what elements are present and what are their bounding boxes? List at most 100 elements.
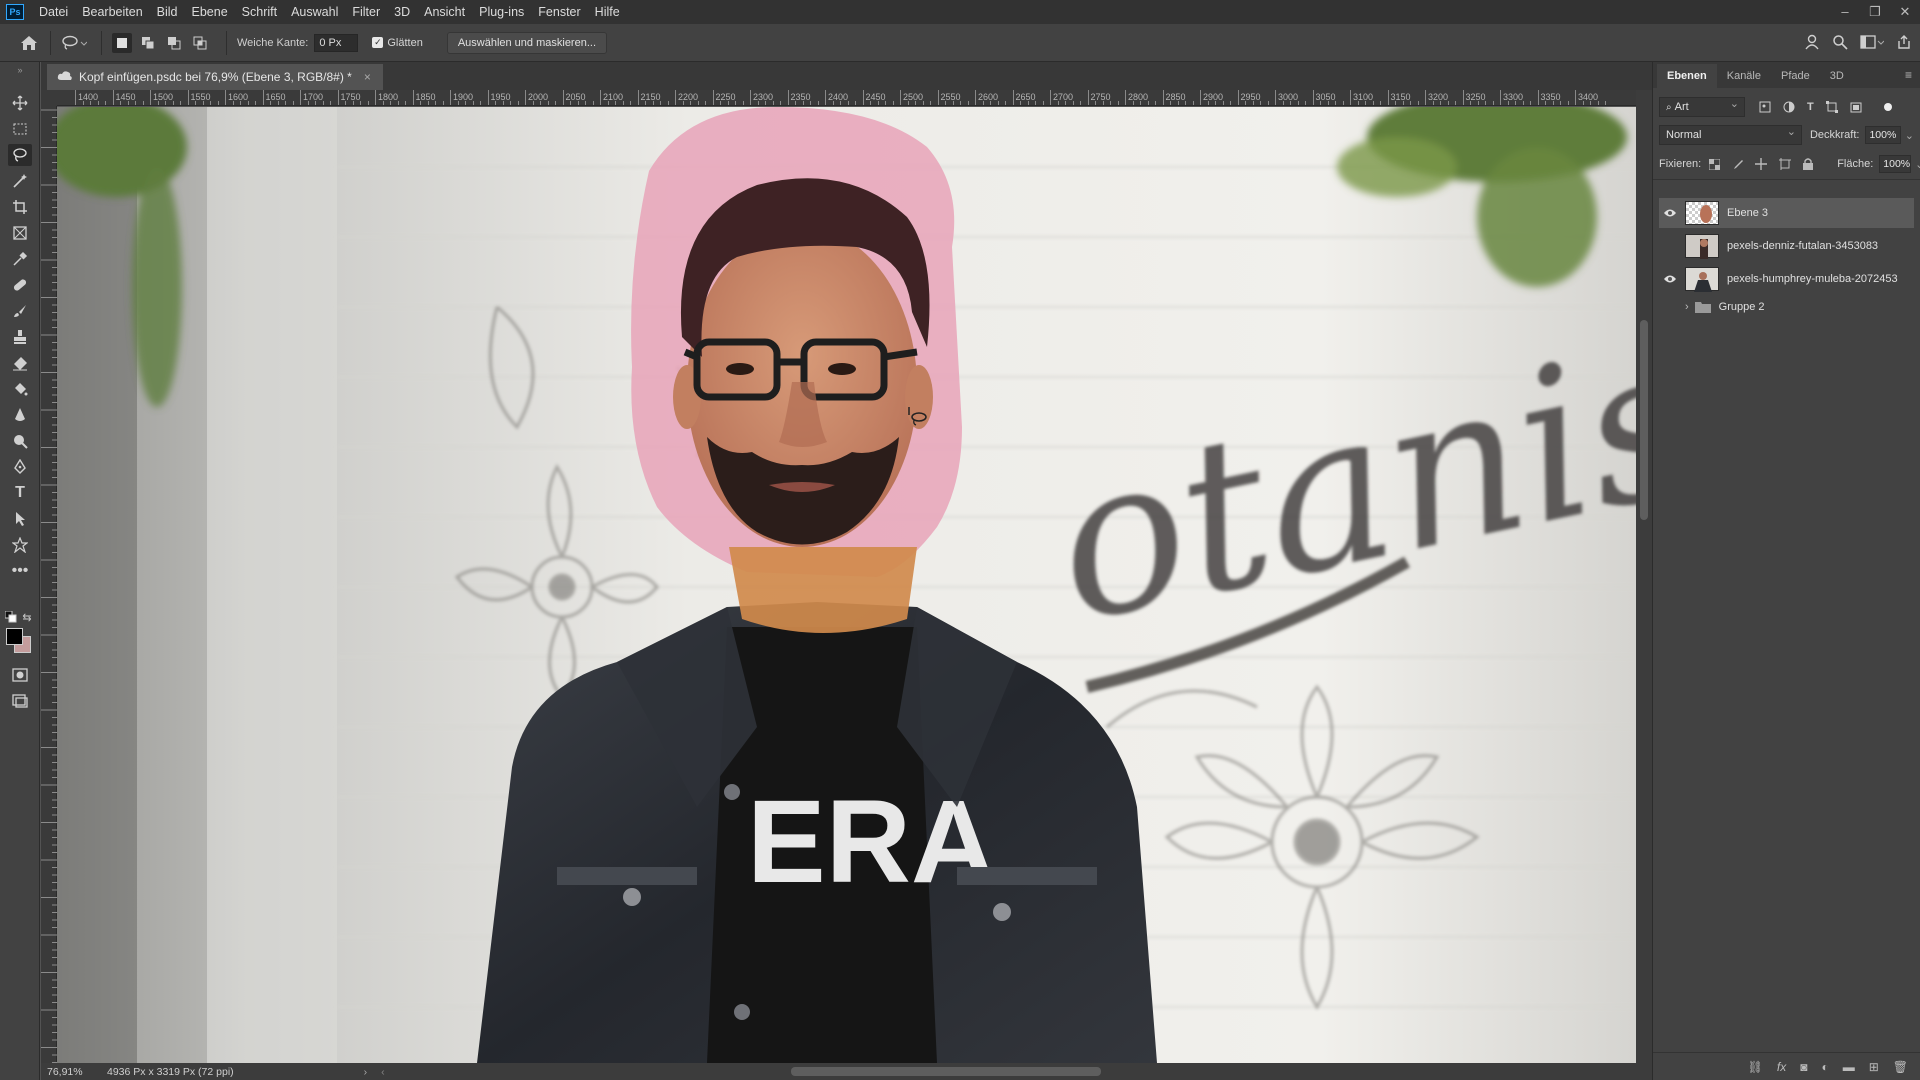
lock-artboard-icon[interactable] [1779, 158, 1792, 170]
vertical-scrollbar[interactable] [1636, 90, 1652, 1063]
rectangle-marquee-tool-icon[interactable] [8, 118, 32, 140]
select-and-mask-button[interactable]: Auswählen und maskieren... [446, 31, 607, 54]
menu-hilfe[interactable]: Hilfe [588, 0, 627, 24]
filter-smart-object-icon[interactable] [1850, 101, 1862, 113]
type-tool-icon[interactable]: T [8, 482, 32, 504]
tab-3d[interactable]: 3D [1820, 64, 1854, 88]
layer-filter-kind-dropdown[interactable]: ⌕ Art [1659, 95, 1745, 117]
add-to-selection-icon[interactable] [138, 33, 158, 53]
lock-transparent-pixels-icon[interactable] [1709, 158, 1721, 170]
adjustment-layer-icon[interactable]: ◐ [1821, 1060, 1828, 1074]
fill-input[interactable]: 100% [1879, 155, 1912, 173]
lasso-tool-icon[interactable] [8, 144, 32, 166]
custom-shape-tool-icon[interactable] [8, 534, 32, 556]
visibility-empty-icon[interactable] [1659, 231, 1681, 261]
menu-datei[interactable]: Datei [32, 0, 75, 24]
menu-plugins[interactable]: Plug-ins [472, 0, 531, 24]
new-group-icon[interactable]: ▬ [1843, 1060, 1855, 1074]
subtract-from-selection-icon[interactable] [164, 33, 184, 53]
visibility-empty-icon[interactable] [1659, 292, 1681, 322]
panel-menu-icon[interactable]: ≡ [1905, 68, 1912, 82]
layer-row-ebene-3[interactable]: Ebene 3 [1659, 198, 1914, 228]
document-tab[interactable]: Kopf einfügen.psdc bei 76,9% (Ebene 3, R… [47, 64, 383, 90]
feather-input[interactable]: 0 Px [314, 33, 359, 52]
tab-kanaele[interactable]: Kanäle [1717, 64, 1771, 88]
move-tool-icon[interactable] [8, 92, 32, 114]
menu-ebene[interactable]: Ebene [185, 0, 235, 24]
workspace-icon[interactable] [1860, 34, 1885, 53]
visibility-eye-icon[interactable] [1659, 264, 1681, 294]
add-mask-icon[interactable]: ◙ [1800, 1060, 1807, 1074]
eyedropper-tool-icon[interactable] [8, 248, 32, 270]
search-icon[interactable] [1832, 34, 1848, 53]
filter-toggle-icon[interactable] [1883, 103, 1892, 111]
dodge-tool-icon[interactable] [8, 430, 32, 452]
more-tools-icon[interactable]: ••• [8, 560, 32, 582]
default-colors-icon[interactable] [4, 610, 18, 624]
screen-mode-icon[interactable] [8, 690, 32, 712]
status-menu-arrow-icon[interactable]: › [364, 1066, 368, 1078]
opacity-chevron-icon[interactable]: ⌄ [1905, 129, 1914, 142]
menu-auswahl[interactable]: Auswahl [284, 0, 345, 24]
close-tab-icon[interactable]: × [364, 70, 371, 84]
intersect-selection-icon[interactable] [190, 33, 210, 53]
fill-chevron-icon[interactable]: ⌄ [1915, 158, 1920, 171]
paint-bucket-tool-icon[interactable] [8, 378, 32, 400]
link-layers-icon[interactable]: ⛓ [1748, 1060, 1763, 1074]
eraser-tool-icon[interactable] [8, 352, 32, 374]
menu-fenster[interactable]: Fenster [531, 0, 587, 24]
delete-layer-icon[interactable]: 🗑 [1893, 1060, 1908, 1074]
brush-tool-icon[interactable] [8, 300, 32, 322]
blend-mode-dropdown[interactable]: Normal [1659, 123, 1802, 145]
share-export-icon[interactable] [1896, 34, 1912, 53]
restore-icon[interactable]: ❐ [1868, 5, 1882, 19]
photoshop-logo-icon[interactable]: Ps [6, 4, 24, 20]
scroll-left-icon[interactable]: ‹ [381, 1066, 385, 1078]
filter-pixel-icon[interactable] [1759, 101, 1771, 113]
path-selection-tool-icon[interactable] [8, 508, 32, 530]
blur-tool-icon[interactable] [8, 404, 32, 426]
magic-wand-tool-icon[interactable] [8, 170, 32, 192]
menu-bild[interactable]: Bild [150, 0, 185, 24]
minimize-icon[interactable]: – [1838, 5, 1852, 19]
crop-tool-icon[interactable] [8, 196, 32, 218]
menu-3d[interactable]: 3D [387, 0, 417, 24]
tab-pfade[interactable]: Pfade [1771, 64, 1820, 88]
foreground-color-swatch[interactable] [6, 628, 23, 645]
quick-mask-icon[interactable] [8, 664, 32, 686]
share-person-icon[interactable] [1804, 34, 1820, 53]
ruler-origin[interactable] [41, 90, 57, 106]
vertical-ruler[interactable] [41, 106, 57, 1063]
swap-colors-icon[interactable]: ⇆ [20, 610, 34, 624]
layer-row-pexels-denniz[interactable]: pexels-denniz-futalan-3453083 [1659, 231, 1914, 261]
layer-group-gruppe-2[interactable]: › Gruppe 2 [1659, 294, 1914, 320]
zoom-level[interactable]: 76,91% [41, 1066, 87, 1078]
clone-stamp-tool-icon[interactable] [8, 326, 32, 348]
layer-style-fx-icon[interactable]: fx [1777, 1060, 1786, 1074]
pen-tool-icon[interactable] [8, 456, 32, 478]
layer-row-pexels-humphrey[interactable]: pexels-humphrey-muleba-2072453 [1659, 264, 1914, 294]
frame-tool-icon[interactable] [8, 222, 32, 244]
document-canvas[interactable]: otanist ERA [57, 107, 1636, 1063]
new-layer-icon[interactable]: ⊞ [1869, 1060, 1879, 1074]
menu-bearbeiten[interactable]: Bearbeiten [75, 0, 149, 24]
healing-brush-tool-icon[interactable] [8, 274, 32, 296]
menu-filter[interactable]: Filter [345, 0, 387, 24]
lock-position-icon[interactable] [1755, 158, 1768, 170]
lock-all-icon[interactable] [1803, 158, 1814, 170]
horizontal-scrollbar-thumb[interactable] [791, 1067, 1101, 1076]
close-icon[interactable]: ✕ [1898, 5, 1912, 19]
filter-shape-icon[interactable] [1825, 101, 1838, 113]
horizontal-ruler[interactable]: 1400 1450 1500 1550 1600 1650 1700 1750 1800 1850… [57, 90, 1636, 106]
opacity-input[interactable]: 100% [1865, 126, 1901, 144]
home-icon[interactable] [18, 33, 40, 53]
filter-type-icon[interactable]: T [1807, 101, 1814, 113]
lock-image-pixels-icon[interactable] [1732, 159, 1744, 170]
new-selection-icon[interactable] [112, 32, 132, 53]
visibility-eye-icon[interactable] [1659, 198, 1681, 228]
filter-adjustment-icon[interactable] [1783, 101, 1795, 113]
menu-schrift[interactable]: Schrift [235, 0, 284, 24]
antialias-checkbox[interactable]: ✓ Glätten [372, 37, 423, 49]
collapse-toolbar-icon[interactable]: » [8, 64, 32, 76]
menu-ansicht[interactable]: Ansicht [417, 0, 472, 24]
